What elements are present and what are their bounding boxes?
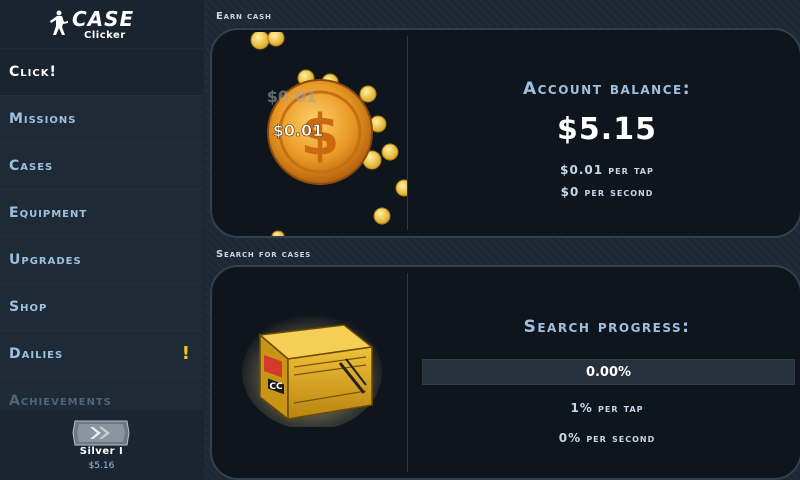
progress-label: 0.00% (585, 365, 632, 380)
app-logo: CASE Clicker (0, 0, 203, 48)
search-per-tap: 1% per tap (570, 401, 644, 415)
sidebar: CASE Clicker Click! Missions Cases Equip… (0, 0, 203, 480)
sidebar-item-click[interactable]: Click! (0, 49, 203, 96)
case-label: CC (269, 382, 283, 392)
rank-money: $5.16 (88, 461, 115, 471)
rank-badge-icon (72, 420, 130, 446)
balance-title: Account balance: (522, 79, 692, 99)
sidebar-item-label: Missions (9, 111, 77, 127)
progress-title: Search progress: (523, 317, 691, 337)
search-section-title: Search for cases (216, 249, 312, 260)
case-click-area[interactable]: CC (242, 307, 382, 430)
sidebar-item-cases[interactable]: Cases (0, 143, 203, 190)
search-panel: CC Search progress: 0.00% 1% per tap 0% … (210, 265, 800, 480)
app-window: CASE Clicker Click! Missions Cases Equip… (0, 0, 800, 480)
sidebar-item-label: Dailies (9, 346, 64, 362)
search-per-second: 0% per second (558, 431, 656, 445)
coin-click-area[interactable]: $ $0.01 $0.01 (232, 30, 413, 236)
sidebar-item-dailies[interactable]: Dailies ! (0, 331, 203, 378)
balance-value: $5.15 (557, 112, 657, 147)
alert-icon: ! (181, 343, 190, 364)
search-progress-bar: 0.00% (422, 359, 795, 385)
sidebar-item-equipment[interactable]: Equipment (0, 190, 203, 237)
sidebar-item-missions[interactable]: Missions (0, 96, 203, 143)
sidebar-item-label: Upgrades (9, 252, 82, 268)
float-text-back: $0.01 (267, 87, 318, 106)
soldier-icon (50, 10, 68, 35)
per-tap-rate: $0.01 per tap (560, 163, 654, 177)
earn-panel: $ $0.01 $0.01 Account balance: $5.15 $0.… (210, 28, 800, 238)
panel-divider (407, 273, 408, 472)
sidebar-item-label: Equipment (9, 205, 88, 221)
coin-stack-icon: $ $0.01 $0.01 (250, 30, 413, 236)
sidebar-item-label: Shop (9, 299, 48, 315)
panel-divider (407, 36, 408, 230)
sidebar-menu: Click! Missions Cases Equipment Upgrades… (0, 49, 203, 425)
float-text-front: $0.01 (273, 121, 324, 140)
earn-section-title: Earn cash (216, 11, 272, 22)
weapon-case-icon: CC (242, 314, 382, 430)
logo-title: CASE (72, 7, 135, 31)
sidebar-item-shop[interactable]: Shop (0, 284, 203, 331)
rank-name: Silver I (79, 446, 124, 457)
sidebar-item-upgrades[interactable]: Upgrades (0, 237, 203, 284)
logo-subtitle: Clicker (84, 30, 126, 41)
per-second-rate: $0 per second (560, 185, 654, 199)
main-content: Earn cash $ $0.01 $0.01 Account balance:… (204, 0, 800, 480)
sidebar-item-label: Click! (9, 64, 57, 80)
sidebar-item-label: Cases (9, 158, 54, 174)
sidebar-item-label: Achievements (9, 393, 112, 409)
